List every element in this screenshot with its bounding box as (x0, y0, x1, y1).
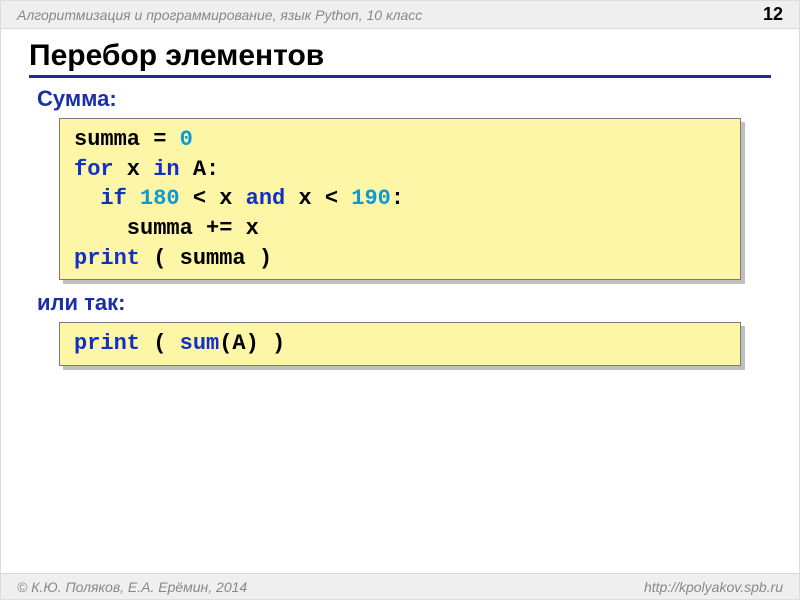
label-sum: Сумма: (37, 86, 771, 112)
code-content-1: summa = 0 for x in A: if 180 < x and x <… (59, 118, 741, 280)
slide-content: Перебор элементов Сумма: summa = 0 for x… (1, 29, 799, 366)
code-block-1: summa = 0 for x in A: if 180 < x and x <… (59, 118, 741, 280)
slide-footer: © К.Ю. Поляков, Е.А. Ерёмин, 2014 http:/… (1, 573, 799, 599)
slide-header: Алгоритмизация и программирование, язык … (1, 1, 799, 29)
code-content-2: print ( sum(A) ) (59, 322, 741, 366)
page-number: 12 (763, 4, 783, 25)
label-or: или так: (37, 290, 771, 316)
course-title: Алгоритмизация и программирование, язык … (17, 7, 422, 23)
footer-url: http://kpolyakov.spb.ru (644, 579, 783, 595)
code-block-2: print ( sum(A) ) (59, 322, 741, 366)
footer-author: © К.Ю. Поляков, Е.А. Ерёмин, 2014 (17, 579, 247, 595)
page-title: Перебор элементов (29, 39, 771, 78)
